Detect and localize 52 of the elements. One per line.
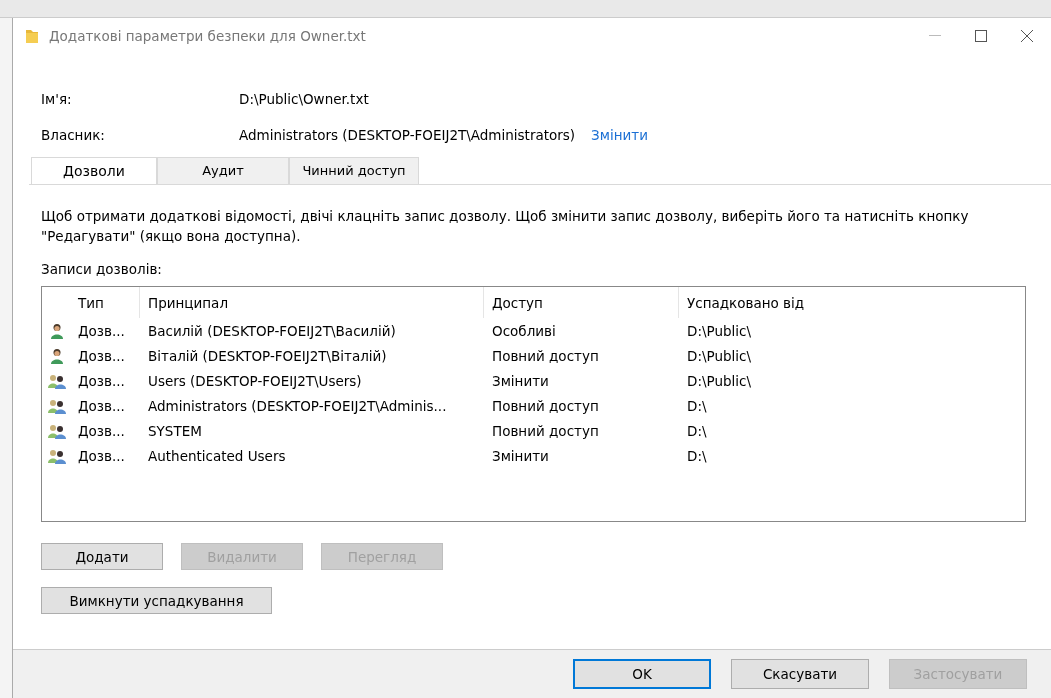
- table-cell-text: Дозв...: [77, 397, 126, 414]
- table-cell-text: Змінити: [491, 372, 550, 389]
- table-cell-text: Дозв...: [77, 322, 126, 339]
- column-header[interactable]: Тип: [72, 287, 140, 318]
- window-title: Додаткові параметри безпеки для Owner.txt: [49, 27, 366, 44]
- dialog-button[interactable]: Скасувати: [731, 659, 869, 689]
- table-cell-text: Дозв...: [77, 447, 126, 464]
- change-owner-link[interactable]: Змінити: [591, 127, 648, 143]
- user-icon: [49, 347, 65, 364]
- table-cell-text: Змінити: [491, 447, 550, 464]
- table-cell-text: D:\Public\: [686, 372, 752, 389]
- tab[interactable]: Дозволи: [31, 157, 157, 184]
- column-header[interactable]: Принципал: [140, 287, 484, 318]
- tab[interactable]: Аудит: [157, 157, 289, 184]
- table-cell-text: SYSTEM: [147, 422, 203, 439]
- column-header[interactable]: Успадковано від: [679, 287, 1025, 318]
- maximize-icon[interactable]: [975, 29, 987, 42]
- field-label: Власник:: [40, 127, 106, 143]
- table-cell-text: D:\: [686, 447, 708, 464]
- table-cell-text: Administrators (DESKTOP-FOEIJ2T\Adminis...: [147, 397, 448, 414]
- table-cell-text: Особливі: [491, 322, 557, 339]
- user-icon: [49, 322, 65, 339]
- tab[interactable]: Чинний доступ: [289, 157, 419, 184]
- table-cell-text: Віталій (DESKTOP-FOEIJ2T\Віталій): [147, 347, 388, 364]
- column-header[interactable]: Доступ: [484, 287, 679, 318]
- info-text: Щоб отримати додаткові відомості, двічі клацніть запис дозволу. Щоб змінити запис дозволу, виберіть його та натисніть кнопку "Редагувати" (якщо вона доступна).: [41, 207, 970, 246]
- table-cell-text: Дозв...: [77, 347, 126, 364]
- table-cell-text: Повний доступ: [491, 397, 600, 414]
- table-cell-text: D:\Public\: [686, 322, 752, 339]
- table-cell-text: Дозв...: [77, 372, 126, 389]
- list-button[interactable]: Додати: [41, 543, 163, 570]
- users-icon: [48, 422, 66, 439]
- users-icon: [48, 397, 66, 414]
- table-cell-text: Повний доступ: [491, 347, 600, 364]
- table-cell-text: D:\Public\: [686, 347, 752, 364]
- users-icon: [48, 372, 66, 389]
- list-label: Записи дозволів:: [41, 261, 163, 277]
- disable-inheritance-button[interactable]: Вимкнути успадкування: [41, 587, 272, 614]
- table-cell-text: Users (DESKTOP-FOEIJ2T\Users): [147, 372, 363, 389]
- folder-icon: [25, 27, 39, 44]
- table-cell-text: Authenticated Users: [147, 447, 287, 464]
- table-cell-text: D:\: [686, 422, 708, 439]
- dialog-button[interactable]: OK: [573, 659, 711, 689]
- owner-name: Administrators (DESKTOP-FOEIJ2T\Administrators): [239, 127, 576, 143]
- close-icon[interactable]: [1021, 29, 1033, 42]
- file-path: D:\Public\Owner.txt: [239, 91, 369, 107]
- table-cell-text: Дозв...: [77, 422, 126, 439]
- users-icon: [48, 447, 66, 464]
- field-label: Ім'я:: [40, 91, 73, 107]
- table-cell-text: Василій (DESKTOP-FOEIJ2T\Василій): [147, 322, 397, 339]
- table-cell-text: D:\: [686, 397, 708, 414]
- table-cell-text: Повний доступ: [491, 422, 600, 439]
